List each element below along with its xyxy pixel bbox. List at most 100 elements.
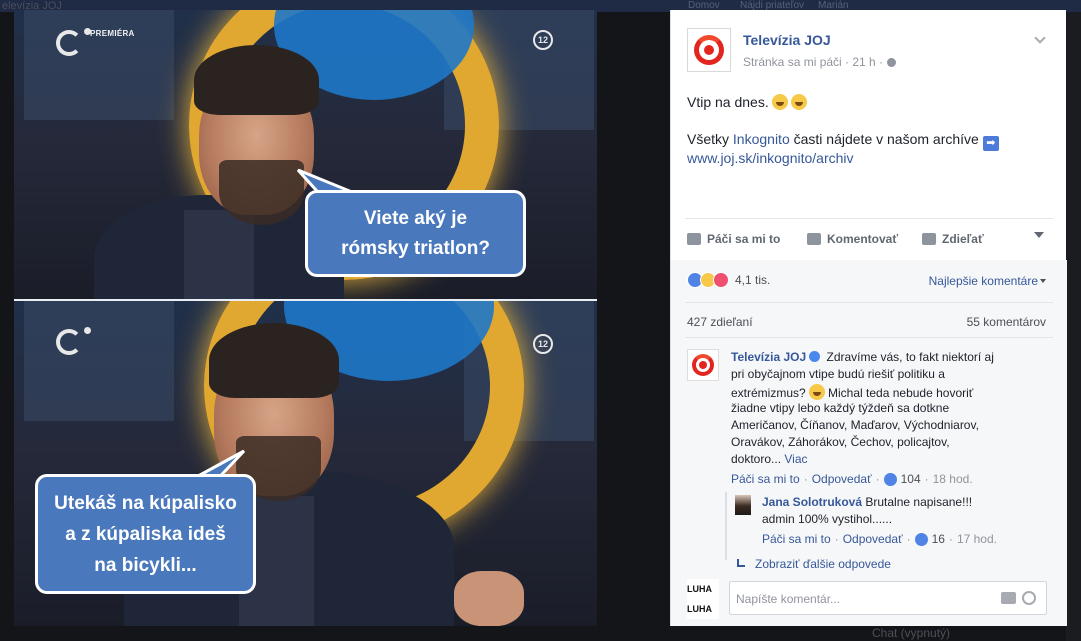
like-badge-icon bbox=[883, 472, 897, 486]
reply-actions: Páči sa mi to · Odpovedať · 16 · 17 hod. bbox=[762, 532, 997, 546]
premiere-badge: PREMIÉRA bbox=[90, 29, 135, 38]
comment-sort-dropdown[interactable]: Najlepšie komentáre bbox=[929, 274, 1046, 288]
comment-button-label: Komentovať bbox=[827, 232, 899, 246]
comment-line: pri obyčajnom vtipe budú riešiť politiku… bbox=[731, 367, 945, 381]
tv-logo-icon bbox=[56, 329, 82, 355]
arrow-right-icon: ➡ bbox=[982, 136, 999, 151]
post-text: Vtip na dnes. bbox=[687, 94, 769, 110]
like-button[interactable]: Páči sa mi to bbox=[687, 232, 780, 246]
reactions-summary[interactable]: 4,1 tis. bbox=[687, 272, 770, 288]
photo-frame-top: PREMIÉRA 12 Viete aký je rómsky triatlon… bbox=[14, 10, 597, 299]
share-button-label: Zdieľať bbox=[942, 232, 984, 246]
like-button-label: Páči sa mi to bbox=[707, 232, 781, 246]
tv-logo-icon bbox=[56, 30, 82, 56]
post-photo[interactable]: PREMIÉRA 12 Viete aký je rómsky triatlon… bbox=[14, 10, 597, 626]
post-text-line1: Vtip na dnes. bbox=[687, 94, 807, 110]
tv-logo-dot bbox=[84, 327, 91, 334]
share-options-caret[interactable] bbox=[1034, 232, 1044, 238]
camera-icon[interactable] bbox=[1001, 592, 1016, 604]
comment-like-count[interactable]: 104 bbox=[901, 472, 921, 486]
inkognito-link[interactable]: Inkognito bbox=[733, 131, 790, 147]
host-hair bbox=[209, 323, 339, 398]
shares-count[interactable]: 427 zdieľaní bbox=[687, 315, 753, 329]
share-icon bbox=[922, 233, 936, 245]
comment-line: Televízia JOJ Zdravíme vás, to fakt niek… bbox=[731, 350, 994, 364]
comment-input-placeholder: Napíšte komentár... bbox=[736, 592, 841, 606]
reply-avatar[interactable] bbox=[735, 495, 751, 515]
background-chat-status: Chat (vypnutý) bbox=[872, 626, 951, 640]
divider bbox=[685, 218, 1053, 219]
host-shirt bbox=[184, 210, 254, 299]
joj-logo-icon bbox=[692, 354, 714, 376]
age-rating-badge: 12 bbox=[533, 30, 553, 50]
reply-arrow-icon bbox=[737, 559, 745, 567]
view-more-replies-label: Zobraziť ďalšie odpovede bbox=[755, 557, 891, 571]
speech-bubble-top: Viete aký je rómsky triatlon? bbox=[305, 190, 526, 277]
comment-button[interactable]: Komentovať bbox=[807, 232, 898, 246]
comment-author[interactable]: Televízia JOJ bbox=[731, 350, 806, 364]
reply-line: admin 100% vystihol...... bbox=[762, 512, 893, 526]
host-hand bbox=[454, 571, 524, 626]
chevron-down-icon[interactable] bbox=[1034, 32, 1046, 44]
divider bbox=[685, 337, 1053, 338]
post-panel: Televízia JOJ Stránka sa mi páči · 21 h … bbox=[670, 10, 1067, 626]
comment-line: extrémizmus? Michal teda nebude hovoriť bbox=[731, 384, 973, 400]
laughing-emoji-icon bbox=[808, 384, 825, 400]
love-reaction-icon bbox=[713, 272, 729, 288]
laughing-emoji-icon bbox=[790, 94, 807, 110]
post-text: časti nájdete v našom archíve bbox=[789, 131, 979, 147]
photo-frame-bottom: 12 Utekáš na kúpalisko a z kúpaliska ide… bbox=[14, 301, 597, 626]
comment-input[interactable]: Napíšte komentár... bbox=[729, 581, 1047, 615]
background-right-strip bbox=[1066, 12, 1081, 641]
caret-down-icon bbox=[1040, 279, 1046, 283]
comment-line: žiadne vtipy lebo každý týždeň sa dotkne bbox=[731, 401, 950, 415]
post-meta-text: Stránka sa mi páči · 21 h · bbox=[743, 55, 884, 69]
comment-line: Američanov, Číňanov, Maďarov, Východniar… bbox=[731, 418, 979, 432]
post-text-line2: Všetky Inkognito časti nájdete v našom a… bbox=[687, 131, 999, 151]
like-badge-icon bbox=[914, 532, 928, 546]
page-avatar[interactable] bbox=[687, 28, 731, 72]
comment-text: Michal teda nebude hovoriť bbox=[824, 386, 974, 400]
comment-icon bbox=[807, 233, 821, 245]
globe-icon bbox=[887, 58, 897, 67]
reaction-count: 4,1 tis. bbox=[735, 273, 771, 287]
reply-line: Jana Solotruková Brutalne napisane!!! bbox=[762, 495, 972, 509]
composer-avatar: LUHA LUHA bbox=[687, 579, 719, 619]
laughing-emoji-icon bbox=[771, 94, 788, 110]
view-more-replies-link[interactable]: Zobraziť ďalšie odpovede bbox=[737, 557, 891, 571]
comment-text: doktoro... bbox=[731, 452, 782, 466]
host-beard bbox=[219, 160, 304, 225]
reply-like-count[interactable]: 16 bbox=[932, 532, 945, 546]
comment-time[interactable]: 18 hod. bbox=[933, 472, 973, 486]
like-icon bbox=[687, 233, 701, 245]
comment-line: Oravákov, Záhorákov, Čechov, policajtov, bbox=[731, 435, 950, 449]
reply-author[interactable]: Jana Solotruková bbox=[762, 495, 862, 509]
comment-text: Zdravíme vás, to fakt niektorí aj bbox=[823, 350, 994, 364]
comments-count[interactable]: 55 komentárov bbox=[967, 315, 1046, 329]
reply-reply-link[interactable]: Odpovedať bbox=[843, 532, 903, 546]
studio-panel bbox=[24, 301, 174, 421]
comment-sort-label: Najlepšie komentáre bbox=[928, 274, 1038, 288]
reply-text: Brutalne napisane!!! bbox=[862, 495, 973, 509]
comment-actions: Páči sa mi to · Odpovedať · 104 · 18 hod. bbox=[731, 472, 973, 486]
host-hair bbox=[194, 45, 319, 115]
comment-reply-link[interactable]: Odpovedať bbox=[812, 472, 872, 486]
reply-time[interactable]: 17 hod. bbox=[957, 532, 997, 546]
see-more-link[interactable]: Viac bbox=[784, 452, 807, 466]
archive-link[interactable]: www.joj.sk/inkognito/archiv bbox=[687, 150, 854, 166]
reply-like-link[interactable]: Páči sa mi to bbox=[762, 532, 831, 546]
comment-avatar[interactable] bbox=[687, 349, 719, 381]
speech-bubble-bottom: Utekáš na kúpalisko a z kúpaliska ideš n… bbox=[35, 474, 256, 594]
reply-thread-line bbox=[725, 492, 727, 560]
studio-panel bbox=[24, 10, 174, 120]
page-name-link[interactable]: Televízia JOJ bbox=[743, 32, 831, 48]
comment-line: doktoro... Viac bbox=[731, 452, 808, 466]
divider bbox=[685, 302, 1053, 303]
age-rating-badge: 12 bbox=[533, 334, 553, 354]
smiley-icon[interactable] bbox=[1022, 591, 1036, 605]
comment-like-link[interactable]: Páči sa mi to bbox=[731, 472, 800, 486]
post-text: Všetky bbox=[687, 131, 733, 147]
share-button[interactable]: Zdieľať bbox=[922, 232, 984, 246]
comment-text: extrémizmus? bbox=[731, 386, 806, 400]
post-meta: Stránka sa mi páči · 21 h · bbox=[743, 55, 897, 69]
